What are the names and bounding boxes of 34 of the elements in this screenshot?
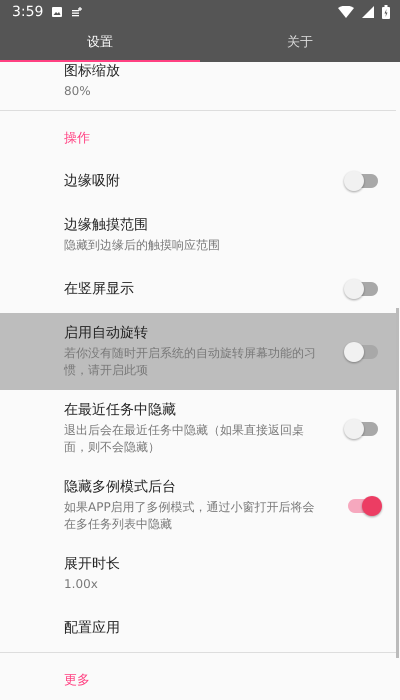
status-time: 3:59 bbox=[12, 4, 44, 20]
setting-title: 在最近任务中隐藏 bbox=[64, 401, 177, 419]
setting-row[interactable]: 图标缩放 80% bbox=[0, 62, 396, 110]
section-header: 更多 bbox=[63, 672, 91, 690]
battery-icon bbox=[382, 5, 390, 19]
setting-row[interactable]: 在竖屏显示 bbox=[0, 265, 396, 313]
setting-row[interactable]: 配置应用 bbox=[0, 604, 396, 652]
setting-title: 图标缩放 bbox=[64, 62, 121, 80]
setting-row[interactable]: 在最近任务中隐藏 退出后会在最近任务中隐藏（如果直接返回桌面，则不会隐藏） bbox=[0, 390, 396, 467]
setting-title: 隐藏多例模式后台 bbox=[64, 478, 177, 496]
setting-summary: 隐藏到边缘后的触摸响应范围 bbox=[64, 237, 221, 254]
setting-row[interactable]: 隐藏多例模式后台 如果APP启用了多例模式，通过小窗打开后将会在多任务列表中隐藏 bbox=[0, 467, 396, 544]
tab[interactable]: 关于 bbox=[200, 24, 400, 62]
setting-title: 启用自动旋转 bbox=[64, 324, 149, 342]
setting-row[interactable]: 边缘触摸范围 隐藏到边缘后的触摸响应范围 bbox=[0, 205, 396, 265]
setting-title: 配置应用 bbox=[64, 619, 121, 637]
setting-row[interactable]: 边缘吸附 bbox=[0, 157, 396, 205]
wifi-icon bbox=[338, 6, 354, 18]
notification-icon bbox=[71, 6, 84, 18]
image-icon bbox=[51, 6, 64, 18]
setting-title: 在竖屏显示 bbox=[64, 280, 135, 298]
setting-summary: 退出后会在最近任务中隐藏（如果直接返回桌面，则不会隐藏） bbox=[64, 422, 305, 456]
setting-summary: 如果APP启用了多例模式，通过小窗打开后将会在多任务列表中隐藏 bbox=[64, 499, 316, 533]
setting-row[interactable]: 启用自动旋转 若你没有随时开启系统的自动旋转屏幕功能的习惯，请开启此项 bbox=[0, 313, 396, 390]
setting-summary: 若你没有随时开启系统的自动旋转屏幕功能的习惯，请开启此项 bbox=[64, 345, 317, 379]
setting-summary: 80% bbox=[64, 83, 92, 100]
setting-row[interactable]: 展开时长 1.00x bbox=[0, 544, 396, 604]
section-header: 操作 bbox=[63, 130, 91, 148]
setting-title: 边缘吸附 bbox=[64, 172, 121, 190]
tab[interactable]: 设置 bbox=[0, 24, 200, 62]
signal-icon bbox=[362, 6, 374, 18]
setting-summary: 1.00x bbox=[64, 576, 99, 593]
setting-title: 展开时长 bbox=[64, 555, 121, 573]
setting-title: 边缘触摸范围 bbox=[64, 216, 149, 234]
